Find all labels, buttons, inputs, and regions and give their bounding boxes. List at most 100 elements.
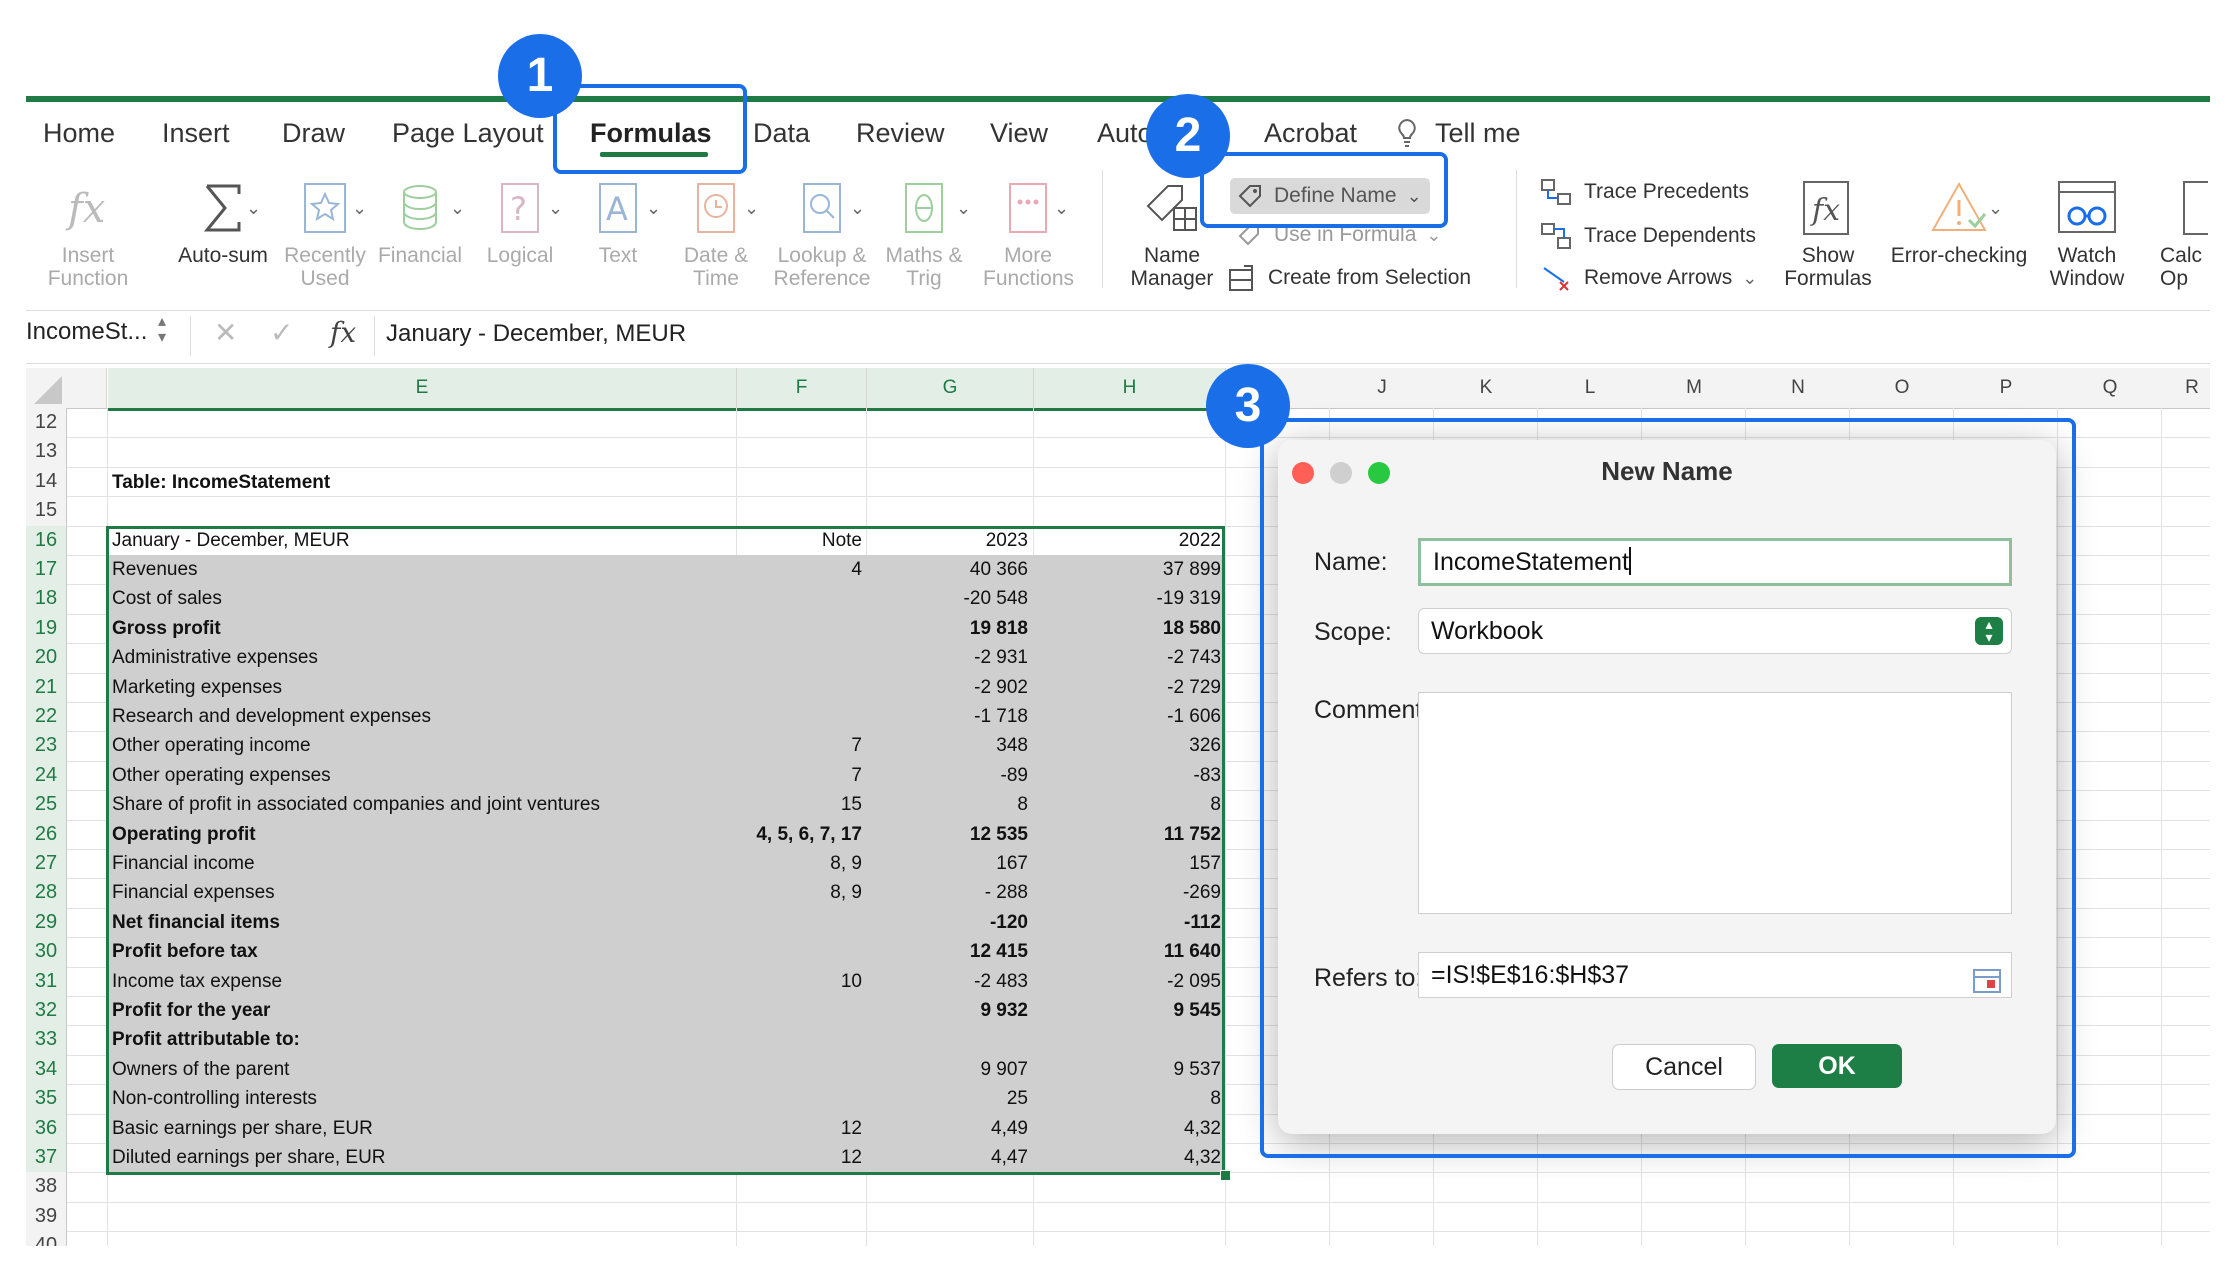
glasses-window-icon	[2058, 181, 2116, 233]
column-header-m[interactable]: M	[1642, 368, 1747, 409]
row-header[interactable]: 38	[26, 1172, 67, 1203]
cancel-x-icon[interactable]: ✕	[214, 316, 237, 349]
row-header[interactable]: 17	[26, 555, 67, 586]
column-header-q[interactable]: Q	[2058, 368, 2163, 409]
autosum-button[interactable]: Auto-sum	[168, 178, 278, 267]
row-header[interactable]: 39	[26, 1201, 67, 1233]
name-box-stepper-icon[interactable]: ▴ ▾	[158, 314, 166, 346]
financial-button[interactable]: Financial	[370, 178, 470, 267]
chevron-down-icon[interactable]: ⌄	[956, 198, 971, 219]
tab-automate[interactable]: Auto	[1097, 118, 1153, 149]
chevron-down-icon[interactable]: ⌄	[1054, 198, 1069, 219]
svg-text:?: ?	[510, 190, 527, 228]
show-formulas-button[interactable]: fx Show Formulas	[1772, 178, 1884, 290]
row-header[interactable]: 12	[26, 408, 67, 439]
row-header[interactable]: 40	[26, 1231, 67, 1246]
row-header[interactable]: 33	[26, 1025, 67, 1056]
watch-window-button[interactable]: Watch Window	[2032, 178, 2142, 290]
recently-used-button[interactable]: Recently Used	[278, 178, 372, 290]
row-header[interactable]: 28	[26, 878, 67, 909]
chevron-down-icon[interactable]: ⌄	[850, 198, 865, 219]
warning-icon	[1931, 181, 1987, 231]
clock-icon	[697, 183, 735, 233]
tab-review[interactable]: Review	[856, 118, 945, 149]
tab-draw[interactable]: Draw	[282, 118, 345, 149]
row-header[interactable]: 25	[26, 790, 67, 821]
column-header-p[interactable]: P	[1954, 368, 2059, 409]
row-header[interactable]: 30	[26, 937, 67, 968]
row-header[interactable]: 18	[26, 584, 67, 615]
coins-icon	[403, 185, 437, 231]
calculation-options-button[interactable]: Calc Op	[2160, 178, 2208, 290]
chevron-down-icon[interactable]: ⌄	[744, 198, 759, 219]
row-header[interactable]: 23	[26, 731, 67, 762]
lookup-reference-button[interactable]: Lookup & Reference	[766, 178, 878, 290]
tab-insert[interactable]: Insert	[162, 118, 230, 149]
insert-function-fx-icon[interactable]: fx	[330, 316, 356, 349]
tab-data[interactable]: Data	[753, 118, 810, 149]
column-header-f[interactable]: F	[737, 368, 867, 411]
tab-page-layout[interactable]: Page Layout	[392, 118, 544, 149]
column-header-h[interactable]: H	[1034, 368, 1226, 411]
callout-badge-2: 2	[1146, 94, 1230, 178]
more-functions-button[interactable]: More Functions	[972, 178, 1084, 290]
chevron-down-icon[interactable]: ⌄	[1988, 198, 2003, 219]
insert-function-button[interactable]: fx Insert Function	[40, 178, 136, 290]
logical-button[interactable]: ? Logical	[470, 178, 570, 267]
column-header-j[interactable]: J	[1330, 368, 1435, 409]
tab-tell-me[interactable]: Tell me	[1435, 118, 1521, 149]
remove-arrows-button[interactable]: Remove Arrows ⌄	[1540, 264, 1757, 292]
chevron-down-icon[interactable]: ⌄	[1742, 268, 1757, 289]
ribbon-separator	[1102, 170, 1103, 288]
callout-highlight-formulas	[553, 84, 747, 174]
row-header[interactable]: 14	[26, 466, 67, 498]
fill-handle[interactable]	[1220, 1170, 1231, 1181]
formula-input[interactable]: January - December, MEUR	[386, 320, 686, 348]
row-header[interactable]: 16	[26, 525, 67, 556]
tab-view[interactable]: View	[990, 118, 1048, 149]
tab-home[interactable]: Home	[43, 118, 115, 149]
chevron-down-icon[interactable]: ⌄	[450, 198, 465, 219]
chevron-down-icon[interactable]: ⌄	[246, 198, 261, 219]
column-header-e[interactable]: E	[108, 368, 737, 411]
chevron-down-icon[interactable]: ⌄	[352, 198, 367, 219]
row-header[interactable]: 26	[26, 819, 67, 850]
select-all-corner[interactable]	[26, 368, 67, 409]
column-header-o[interactable]: O	[1850, 368, 1955, 409]
row-header[interactable]: 15	[26, 496, 67, 527]
row-header[interactable]: 27	[26, 849, 67, 880]
text-button[interactable]: A Text	[570, 178, 666, 267]
maths-trig-button[interactable]: Maths & Trig	[876, 178, 972, 290]
confirm-check-icon[interactable]: ✓	[270, 316, 293, 349]
column-header-n[interactable]: N	[1746, 368, 1851, 409]
row-header[interactable]: 13	[26, 437, 67, 468]
tag-table-icon	[1146, 185, 1197, 231]
row-header[interactable]: 34	[26, 1054, 67, 1086]
column-header-g[interactable]: G	[867, 368, 1034, 411]
date-time-button[interactable]: Date & Time	[666, 178, 766, 290]
column-header-k[interactable]: K	[1434, 368, 1539, 409]
column-header-r[interactable]: R	[2162, 368, 2210, 409]
show-formulas-icon: fx	[1803, 181, 1849, 235]
row-header[interactable]: 32	[26, 996, 67, 1027]
row-header[interactable]: 37	[26, 1143, 67, 1174]
row-header[interactable]: 29	[26, 907, 67, 939]
tab-acrobat[interactable]: Acrobat	[1264, 118, 1357, 149]
row-header[interactable]: 35	[26, 1084, 67, 1115]
create-from-selection-button[interactable]: Create from Selection	[1228, 264, 1471, 292]
row-header[interactable]: 24	[26, 760, 67, 792]
row-header[interactable]: 36	[26, 1113, 67, 1144]
row-header[interactable]: 21	[26, 672, 67, 703]
row-header[interactable]: 31	[26, 966, 67, 997]
row-header[interactable]: 20	[26, 643, 67, 674]
column-header[interactable]	[66, 368, 107, 409]
column-header-l[interactable]: L	[1538, 368, 1643, 409]
table-title[interactable]: Table: IncomeStatement	[112, 468, 330, 497]
trace-precedents-button[interactable]: Trace Precedents	[1540, 178, 1749, 206]
error-checking-button[interactable]: Error-checking	[1884, 178, 2034, 267]
chevron-down-icon[interactable]: ⌄	[548, 198, 563, 219]
row-header[interactable]: 22	[26, 702, 67, 733]
chevron-down-icon[interactable]: ⌄	[646, 198, 661, 219]
row-header[interactable]: 19	[26, 613, 67, 645]
trace-dependents-button[interactable]: Trace Dependents	[1540, 222, 1756, 250]
